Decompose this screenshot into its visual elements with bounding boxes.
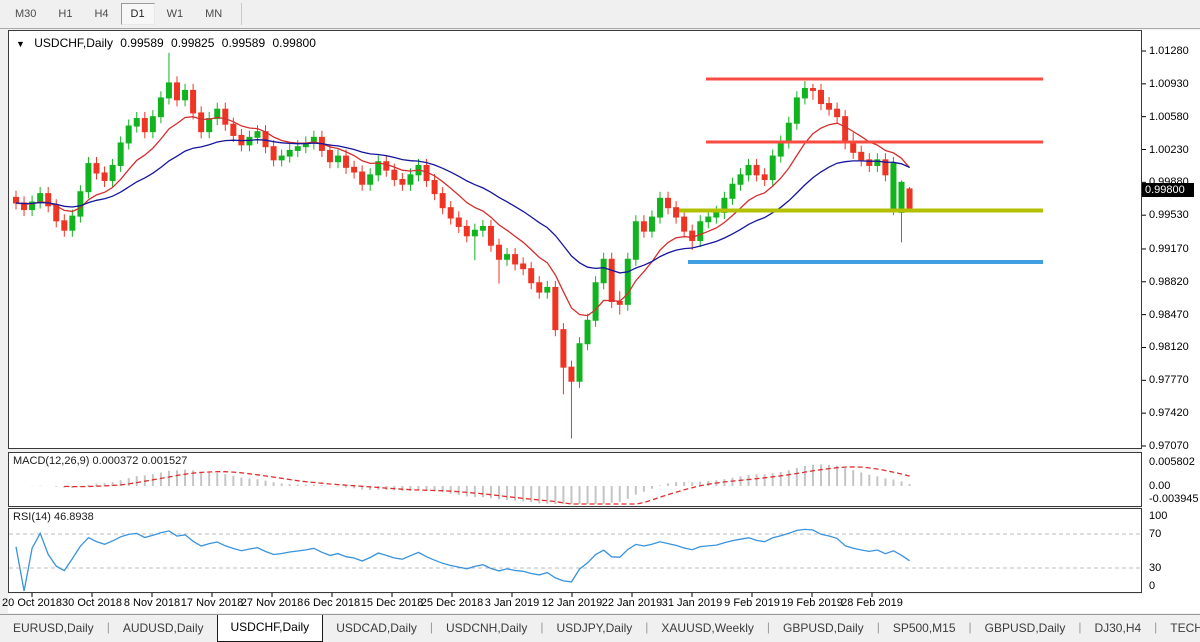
price-axis-label: 1.01280 bbox=[1149, 45, 1189, 57]
tab-usdjpy-daily[interactable]: USDJPY,Daily bbox=[543, 615, 645, 642]
price-axis-label: 0.97420 bbox=[1149, 407, 1189, 419]
toolbar-divider bbox=[241, 3, 242, 25]
date-axis-label: 6 Dec 2018 bbox=[304, 597, 360, 609]
ohlc-close: 0.99800 bbox=[273, 36, 316, 50]
date-axis-label: 27 Nov 2018 bbox=[241, 597, 303, 609]
date-axis-label: 8 Nov 2018 bbox=[124, 597, 180, 609]
rsi-axis-label: 0 bbox=[1149, 580, 1155, 592]
price-axis-label: 1.00930 bbox=[1149, 78, 1189, 90]
symbol-dropdown-icon[interactable]: ▼ bbox=[16, 39, 25, 49]
tab-usdcnh-daily[interactable]: USDCNH,Daily bbox=[433, 615, 540, 642]
price-axis-label: 0.99530 bbox=[1149, 209, 1189, 221]
tab-gbpusd-daily[interactable]: GBPUSD,Daily bbox=[770, 615, 877, 642]
rsi-label: RSI(14) 46.8938 bbox=[13, 511, 94, 523]
macd-axis-label: 0.00 bbox=[1149, 480, 1170, 492]
rsi-axis-label: 100 bbox=[1149, 510, 1167, 522]
rsi-axis-label: 30 bbox=[1149, 562, 1161, 574]
chart-symbol-label: USDCHF,Daily bbox=[34, 36, 113, 50]
ohlc-open: 0.99589 bbox=[120, 36, 163, 50]
macd-value-signal: 0.001527 bbox=[141, 455, 187, 467]
timeframe-toolbar: M30H1H4D1W1MN bbox=[0, 0, 1200, 29]
tab-tech100-i[interactable]: TECH100,I bbox=[1157, 615, 1200, 642]
price-axis-label: 0.97770 bbox=[1149, 374, 1189, 386]
tab-audusd-daily[interactable]: AUDUSD,Daily bbox=[110, 615, 217, 642]
tab-usdchf-daily[interactable]: USDCHF,Daily bbox=[217, 615, 324, 642]
timeframe-button-h1[interactable]: H1 bbox=[48, 3, 82, 25]
macd-axis-label: 0.005802 bbox=[1149, 456, 1195, 468]
macd-value-main: 0.000372 bbox=[92, 455, 138, 467]
main-chart-panel[interactable] bbox=[8, 30, 1142, 449]
date-axis-label: 17 Nov 2018 bbox=[181, 597, 243, 609]
macd-label: MACD(12,26,9) 0.000372 0.001527 bbox=[13, 455, 187, 467]
timeframe-button-h4[interactable]: H4 bbox=[84, 3, 118, 25]
date-axis-label: 12 Jan 2019 bbox=[542, 597, 603, 609]
ohlc-high: 0.99825 bbox=[171, 36, 214, 50]
date-axis-label: 22 Jan 2019 bbox=[602, 597, 663, 609]
date-axis-label: 25 Dec 2018 bbox=[421, 597, 483, 609]
rsi-value: 46.8938 bbox=[54, 511, 94, 523]
timeframe-button-mn[interactable]: MN bbox=[195, 3, 232, 25]
timeframe-button-d1[interactable]: D1 bbox=[121, 3, 155, 25]
tab-usdcad-daily[interactable]: USDCAD,Daily bbox=[323, 615, 430, 642]
date-axis-label: 3 Jan 2019 bbox=[485, 597, 539, 609]
date-axis-label: 30 Oct 2018 bbox=[62, 597, 122, 609]
tab-gbpusd-daily[interactable]: GBPUSD,Daily bbox=[972, 615, 1079, 642]
date-axis-label: 9 Feb 2019 bbox=[724, 597, 780, 609]
date-axis-label: 19 Feb 2019 bbox=[781, 597, 843, 609]
rsi-axis-label: 70 bbox=[1149, 528, 1161, 540]
price-axis-label: 0.98470 bbox=[1149, 309, 1189, 321]
ohlc-low: 0.99589 bbox=[222, 36, 265, 50]
price-axis-label: 0.97070 bbox=[1149, 440, 1189, 452]
date-axis-label: 20 Oct 2018 bbox=[2, 597, 62, 609]
current-price-tag: 0.99800 bbox=[1142, 183, 1194, 197]
price-axis-label: 0.98120 bbox=[1149, 341, 1189, 353]
price-axis-label: 1.00230 bbox=[1149, 144, 1189, 156]
date-axis-label: 15 Dec 2018 bbox=[361, 597, 423, 609]
tab-xauusd-weekly[interactable]: XAUUSD,Weekly bbox=[648, 615, 766, 642]
macd-axis-label: -0.003945 bbox=[1149, 493, 1199, 505]
timeframe-button-w1[interactable]: W1 bbox=[157, 3, 194, 25]
chart-title: ▼ USDCHF,Daily 0.99589 0.99825 0.99589 0… bbox=[16, 36, 320, 50]
chart-tab-bar: EURUSD,Daily|AUDUSD,DailyUSDCHF,DailyUSD… bbox=[0, 614, 1200, 642]
date-axis-label: 28 Feb 2019 bbox=[841, 597, 903, 609]
tab-sp500-m15[interactable]: SP500,M15 bbox=[880, 615, 969, 642]
price-axis-label: 0.98820 bbox=[1149, 276, 1189, 288]
price-axis-label: 0.99170 bbox=[1149, 243, 1189, 255]
timeframe-button-m30[interactable]: M30 bbox=[5, 3, 46, 25]
date-axis-label: 31 Jan 2019 bbox=[662, 597, 723, 609]
price-axis-label: 1.00580 bbox=[1149, 111, 1189, 123]
tab-dj30-h4[interactable]: DJ30,H4 bbox=[1081, 615, 1154, 642]
rsi-panel[interactable] bbox=[8, 508, 1142, 593]
tab-eurusd-daily[interactable]: EURUSD,Daily bbox=[0, 615, 107, 642]
